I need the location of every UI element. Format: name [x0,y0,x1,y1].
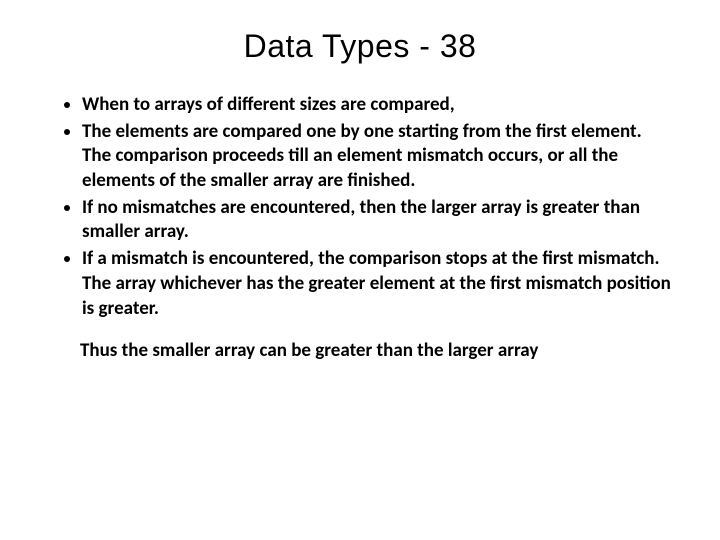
followup-text: Thus the smaller array can be greater th… [80,339,684,364]
list-item: The elements are compared one by one sta… [82,120,684,194]
list-item: If a mismatch is encountered, the compar… [82,247,684,321]
slide: Data Types - 38 When to arrays of differ… [0,0,720,540]
list-item: When to arrays of different sizes are co… [82,93,684,118]
bullet-list: When to arrays of different sizes are co… [36,93,684,321]
slide-title: Data Types - 38 [36,28,684,65]
list-item: If no mismatches are encountered, then t… [82,196,684,245]
